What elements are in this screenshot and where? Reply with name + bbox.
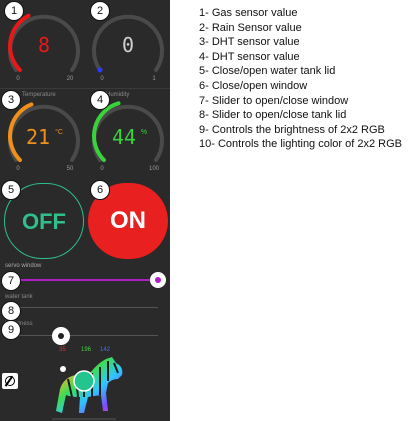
brightness-slider-track bbox=[8, 335, 158, 336]
rain-gauge-dot bbox=[97, 67, 103, 73]
temperature-max: 50 bbox=[67, 166, 74, 172]
marker-9: 9 bbox=[1, 320, 21, 340]
legend-item: 10- Controls the lighting color of 2x2 R… bbox=[199, 138, 402, 151]
legend-item: 8- Slider to open/close tank lid bbox=[199, 109, 347, 122]
legend-list: 1- Gas sensor value 2- Rain Sensor value… bbox=[199, 6, 409, 152]
window-slider-thumb[interactable] bbox=[150, 272, 166, 288]
marker-2: 2 bbox=[90, 1, 110, 21]
humidity-max: 100 bbox=[149, 166, 160, 172]
window-slider-track bbox=[8, 279, 158, 281]
legend-item: 9- Controls the brightness of 2x2 RGB bbox=[199, 123, 385, 136]
gas-max: 20 bbox=[67, 76, 74, 82]
app-panel: 8 0 20 0 0 1 Temperature 21 °C 0 50 Humi… bbox=[0, 0, 170, 421]
gas-min: 0 bbox=[16, 76, 20, 82]
humidity-value: 44 bbox=[112, 125, 136, 149]
brightness-slider[interactable] bbox=[0, 326, 170, 346]
marker-4: 4 bbox=[90, 90, 110, 110]
legend-item: 5- Close/open water tank lid bbox=[199, 65, 336, 78]
marker-6: 6 bbox=[90, 180, 110, 200]
brightness-slider-thumb[interactable] bbox=[51, 327, 70, 345]
divider bbox=[0, 88, 170, 89]
temperature-unit: °C bbox=[55, 128, 63, 136]
marker-3: 3 bbox=[1, 90, 21, 110]
tank-slider-track bbox=[8, 307, 158, 308]
rain-max: 1 bbox=[152, 76, 156, 82]
window-slider[interactable] bbox=[0, 270, 170, 290]
marker-7: 7 bbox=[1, 271, 21, 291]
legend-item: 3- DHT sensor value bbox=[199, 36, 300, 49]
legend-item: 2- Rain Sensor value bbox=[199, 21, 302, 34]
legend-item: 4- DHT sensor value bbox=[199, 50, 300, 63]
rain-value: 0 bbox=[122, 33, 134, 57]
marker-1: 1 bbox=[4, 1, 24, 21]
humidity-unit: % bbox=[141, 129, 147, 136]
color-picker-handle[interactable] bbox=[73, 370, 95, 392]
legend-item: 1- Gas sensor value bbox=[199, 7, 298, 19]
no-color-icon[interactable] bbox=[2, 373, 18, 389]
color-picker-dot bbox=[60, 366, 66, 372]
marker-5: 5 bbox=[1, 180, 21, 200]
marker-8: 8 bbox=[1, 301, 21, 321]
zebra-color-picker[interactable] bbox=[46, 353, 136, 421]
temperature-value: 21 bbox=[26, 125, 50, 149]
window-slider-label: servo window bbox=[5, 263, 42, 269]
temperature-min: 0 bbox=[16, 166, 20, 172]
humidity-min: 0 bbox=[100, 166, 104, 172]
legend-item: 7- Slider to open/close window bbox=[199, 94, 349, 107]
legend-item: 6- Close/open window bbox=[199, 79, 308, 92]
rain-min: 0 bbox=[100, 76, 104, 82]
tank-slider[interactable] bbox=[0, 300, 170, 314]
gas-value: 8 bbox=[38, 33, 50, 57]
